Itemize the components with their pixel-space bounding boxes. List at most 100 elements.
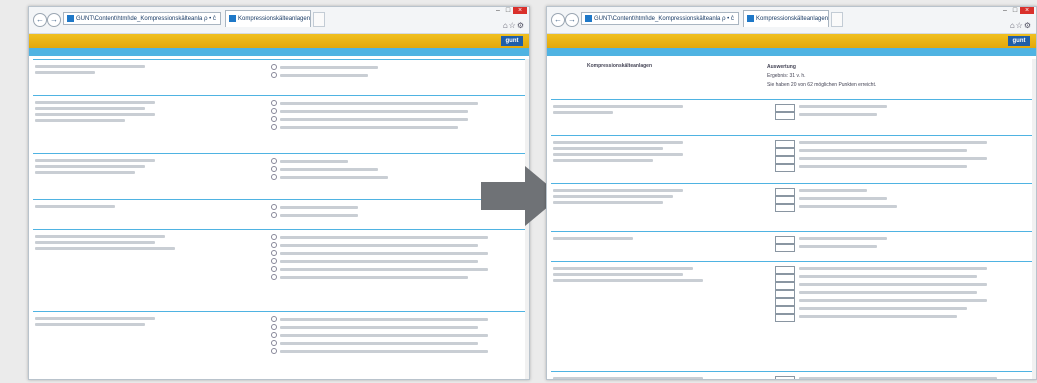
radio-button[interactable] [271,158,277,164]
answer-option[interactable] [799,314,969,320]
minimize-button[interactable]: – [1000,7,1010,14]
question-row [33,59,525,78]
answer-option[interactable] [271,242,481,248]
radio-button[interactable] [271,266,277,272]
answer-option[interactable] [799,148,979,154]
answer-option[interactable] [271,324,481,330]
answer-option[interactable] [799,298,999,304]
answer-option[interactable] [271,204,361,210]
new-tab-button[interactable] [831,12,843,27]
answer-result-box [775,188,795,196]
radio-button[interactable] [271,324,277,330]
answer-option[interactable] [271,316,491,322]
answer-option[interactable] [799,282,999,288]
radio-button[interactable] [271,316,277,322]
answer-option[interactable] [799,236,899,242]
answer-option[interactable] [271,274,471,280]
answer-result-box [775,314,795,322]
question-text [35,64,145,76]
answer-option[interactable] [799,164,979,170]
answer-option[interactable] [799,306,979,312]
answer-option[interactable] [271,158,351,164]
close-button[interactable]: × [1020,7,1034,14]
radio-button[interactable] [271,72,277,78]
forward-button[interactable]: → [565,13,579,27]
radio-button[interactable] [271,234,277,240]
answer-option[interactable] [799,204,909,210]
tab-kompressionskaelteanlagen[interactable]: Kompressionskälteanlagen [743,10,829,27]
answer-option[interactable] [271,266,491,272]
new-tab-button[interactable] [313,12,325,27]
maximize-button[interactable]: □ [503,7,513,14]
answer-option[interactable] [271,124,461,130]
question-row [33,199,525,218]
radio-button[interactable] [271,258,277,264]
radio-button[interactable] [271,174,277,180]
answer-option[interactable] [271,212,361,218]
answer-option[interactable] [799,290,989,296]
answer-option[interactable] [799,104,899,110]
answer-option[interactable] [799,244,889,250]
back-button[interactable]: ← [33,13,47,27]
answer-option[interactable] [271,116,471,122]
radio-button[interactable] [271,64,277,70]
toolbar-icons[interactable]: ⌂☆⚙ [503,21,525,30]
answer-option[interactable] [271,64,381,70]
radio-button[interactable] [271,204,277,210]
answer-option[interactable] [799,112,889,118]
answer-option[interactable] [799,274,989,280]
tab-kompressionskaelteanlagen[interactable]: Kompressionskälteanlagen [225,10,311,27]
question-row [33,311,525,354]
radio-button[interactable] [271,242,277,248]
address-bar[interactable]: GUNT\Content\html\de_Kompressionskältean… [581,12,739,25]
maximize-button[interactable]: □ [1010,7,1020,14]
radio-button[interactable] [271,166,277,172]
answer-option[interactable] [799,188,879,194]
answer-result-box [775,236,795,244]
question-text [553,236,633,242]
answer-option[interactable] [271,340,481,346]
address-bar[interactable]: GUNT\Content\html\de_Kompressionskältean… [63,12,221,25]
answer-option[interactable] [799,376,1009,379]
answer-option[interactable] [271,72,371,78]
answer-option[interactable] [271,166,381,172]
forward-button[interactable]: → [47,13,61,27]
radio-button[interactable] [271,250,277,256]
answer-option[interactable] [799,196,899,202]
answer-result-box [775,266,795,274]
favicon-icon [229,14,236,22]
minimize-button[interactable]: – [493,7,503,14]
radio-button[interactable] [271,100,277,106]
browser-window-before: ← → GUNT\Content\html\de_Kompressionskäl… [28,6,530,380]
site-banner: gunt [547,34,1036,48]
answer-option[interactable] [271,234,491,240]
site-nav-bar [547,48,1036,56]
answer-option[interactable] [271,108,471,114]
answer-result-box [775,104,795,112]
answer-option[interactable] [271,250,491,256]
radio-button[interactable] [271,340,277,346]
back-button[interactable]: ← [551,13,565,27]
radio-button[interactable] [271,108,277,114]
answer-option[interactable] [271,100,481,106]
answer-option[interactable] [799,156,999,162]
answer-option[interactable] [271,174,391,180]
answer-option[interactable] [271,258,481,264]
answer-option[interactable] [271,348,491,354]
radio-button[interactable] [271,348,277,354]
radio-button[interactable] [271,212,277,218]
question-row [551,99,1032,120]
answer-result-box [775,156,795,164]
scrollbar[interactable] [1032,59,1036,379]
answer-option[interactable] [799,140,999,146]
close-button[interactable]: × [513,7,527,14]
answer-option[interactable] [271,332,491,338]
answer-result-box [775,298,795,306]
radio-button[interactable] [271,274,277,280]
results-summary: Auswertung Ergebnis: 31 v. h. Sie haben … [767,63,876,90]
radio-button[interactable] [271,332,277,338]
radio-button[interactable] [271,116,277,122]
toolbar-icons[interactable]: ⌂☆⚙ [1010,21,1032,30]
radio-button[interactable] [271,124,277,130]
answer-option[interactable] [799,266,999,272]
